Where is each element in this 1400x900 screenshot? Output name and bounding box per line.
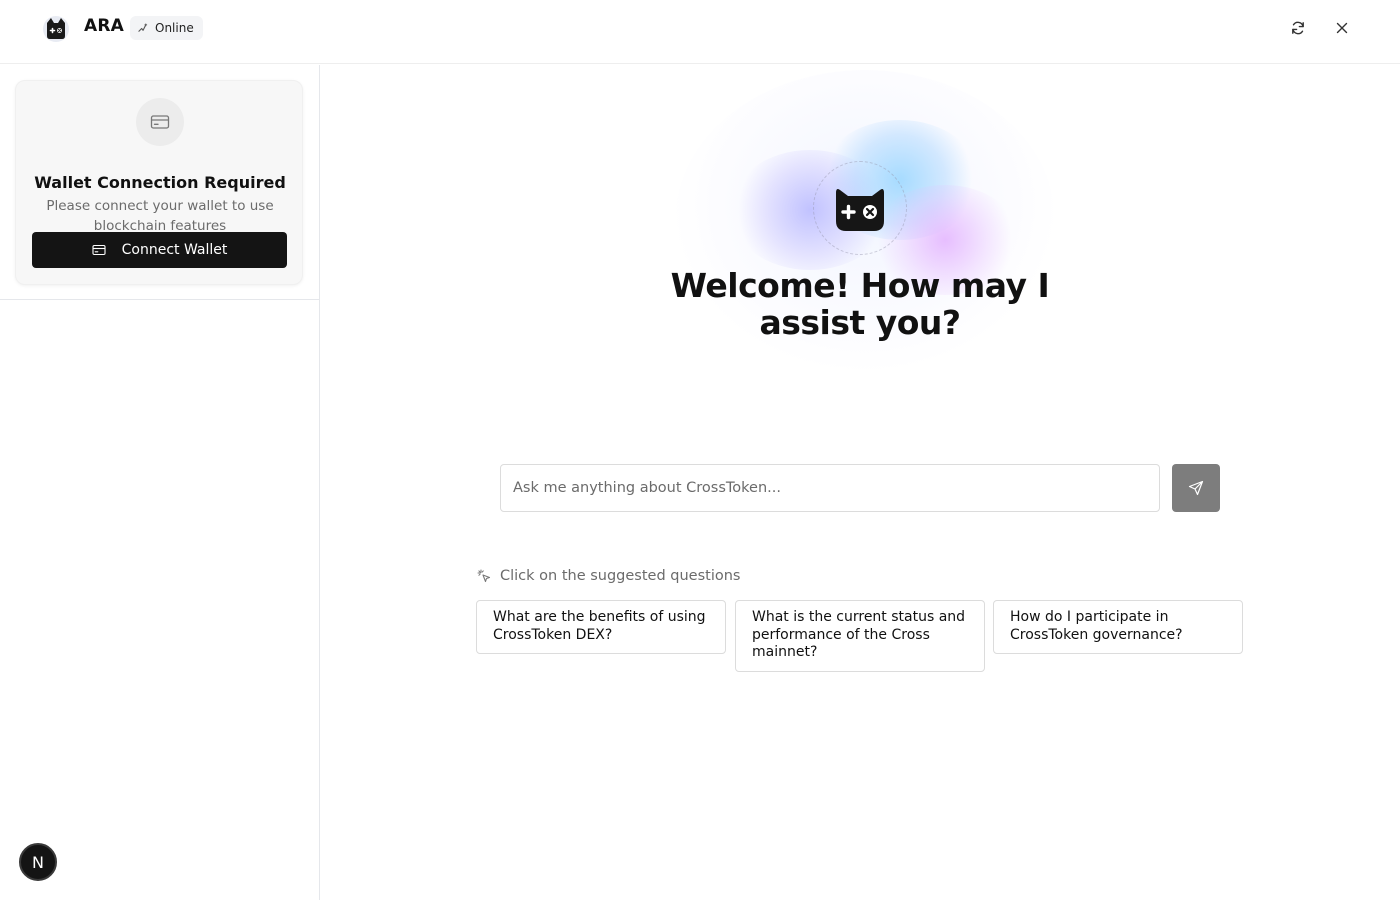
suggestions-label: Click on the suggested questions [477,568,740,584]
ara-logo-icon [42,14,70,42]
status-text: Online [155,21,194,35]
suggestions-label-text: Click on the suggested questions [500,568,741,584]
chat-input[interactable] [500,464,1160,512]
suggested-question[interactable]: What is the current status and performan… [735,600,985,672]
welcome-line-1: Welcome! How may I [670,266,1050,305]
avatar-initial: N [32,852,44,872]
status-badge: Online [130,16,203,40]
activity-icon [138,22,148,32]
welcome-heading: Welcome! How may I assist you? [660,267,1060,341]
app-name: ARA [84,16,125,36]
ara-mascot-icon [834,183,886,233]
credit-card-icon [92,244,106,256]
sidebar-divider [0,299,319,300]
wallet-connection-card: Wallet Connection Required Please connec… [15,80,303,285]
wallet-icon-container [136,98,184,146]
suggested-question[interactable]: How do I participate in CrossToken gover… [993,600,1243,654]
close-button[interactable] [1330,16,1354,40]
connect-wallet-button[interactable]: Connect Wallet [32,232,287,268]
credit-card-icon [150,115,170,129]
sidebar: Wallet Connection Required Please connec… [0,65,320,900]
app-header: ARA Online [0,0,1400,64]
refresh-button[interactable] [1286,16,1310,40]
wallet-card-title: Wallet Connection Required [34,173,286,192]
main-chat-area: Welcome! How may I assist you? Click on … [320,65,1400,900]
user-avatar[interactable]: N [19,843,57,881]
welcome-line-2: assist you? [759,303,961,342]
connect-wallet-label: Connect Wallet [121,242,228,258]
send-icon [1188,480,1204,496]
close-icon [1336,22,1348,34]
suggested-question[interactable]: What are the benefits of using CrossToke… [476,600,726,654]
cursor-click-icon [477,569,491,583]
refresh-icon [1292,21,1304,35]
wallet-card-description: Please connect your wallet to use blockc… [46,198,274,234]
send-button[interactable] [1172,464,1220,512]
